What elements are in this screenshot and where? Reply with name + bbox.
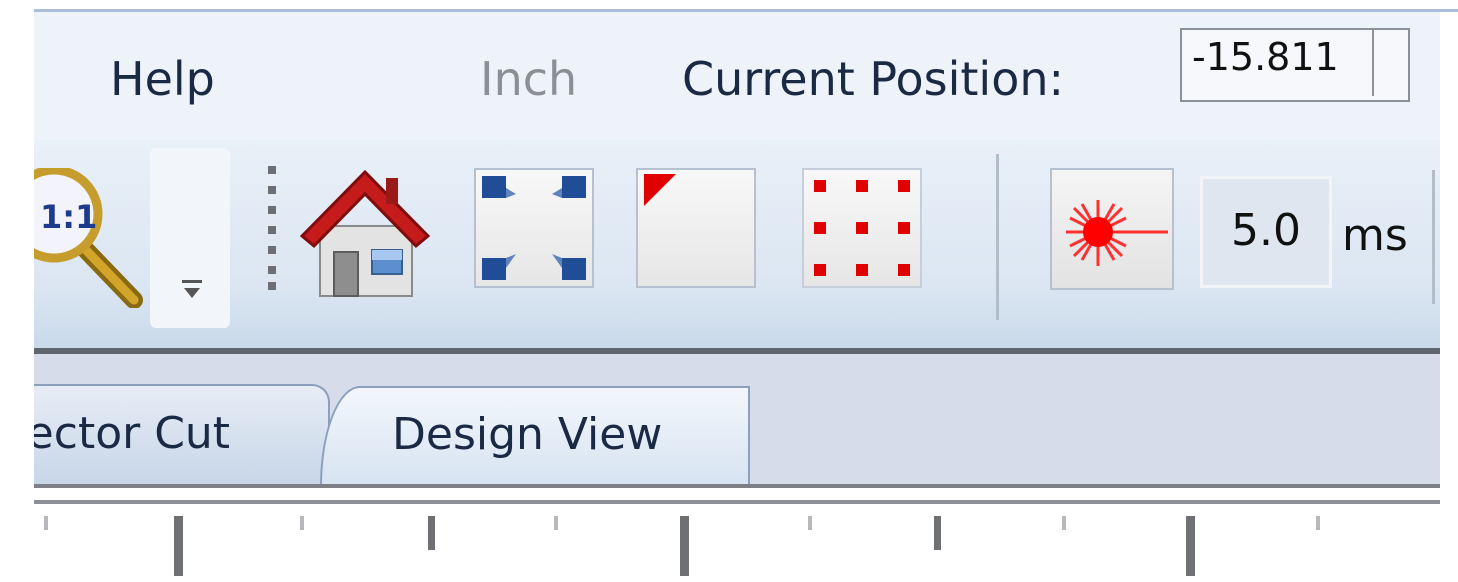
current-position-label: Current Position: — [682, 52, 1064, 106]
array-grid-button[interactable] — [802, 168, 922, 288]
zoom-1to1-icon[interactable]: 1:1 — [34, 168, 144, 308]
window-right-edge — [1440, 12, 1458, 348]
horizontal-ruler — [34, 504, 1440, 582]
zoom-label: 1:1 — [40, 198, 97, 236]
ruler-tick — [554, 516, 558, 530]
top-left-origin-icon — [644, 174, 676, 206]
toolbar-grip[interactable] — [264, 164, 280, 292]
menu-help[interactable]: Help — [110, 52, 215, 106]
toolbar-separator — [996, 154, 999, 320]
chevron-down-icon[interactable] — [180, 274, 204, 304]
ruler-tick — [1316, 516, 1320, 530]
ruler-tick-major — [1186, 516, 1195, 576]
tab-design-view-label: Design View — [392, 409, 663, 460]
toolbar-separator-right — [1432, 170, 1435, 304]
position-x-field[interactable]: -15.811 — [1182, 30, 1374, 96]
unit-label: Inch — [480, 52, 578, 106]
pulse-unit-label: ms — [1342, 210, 1408, 261]
fit-to-view-button[interactable] — [474, 168, 594, 288]
window-top-edge — [0, 0, 1458, 9]
ruler-tick — [808, 516, 812, 530]
dot-grid-icon — [814, 180, 910, 276]
fit-corners-icon — [482, 176, 586, 280]
ruler-tick — [44, 516, 48, 530]
ruler-tick — [1062, 516, 1066, 530]
pulse-duration-input[interactable]: 5.0 — [1200, 176, 1332, 288]
ruler-tick — [300, 516, 304, 530]
origin-top-left-button[interactable] — [636, 168, 756, 288]
tab-vector-cut-label: Vector Cut — [34, 408, 231, 459]
ruler-tick-mid — [934, 516, 941, 550]
position-readout: -15.811 — [1180, 28, 1410, 102]
ruler-tick-major — [174, 516, 183, 576]
window-left-edge — [0, 0, 34, 582]
ruler-tick-major — [680, 516, 689, 576]
tab-design-view[interactable]: Design View — [320, 386, 750, 486]
tab-vector-cut[interactable]: Vector Cut — [34, 384, 330, 484]
ruler-border-top — [34, 484, 1440, 488]
laser-fire-button[interactable] — [1050, 168, 1174, 290]
position-y-field[interactable] — [1378, 30, 1408, 96]
ruler-tick-mid — [428, 516, 435, 550]
home-icon[interactable] — [300, 166, 430, 300]
laser-fire-icon — [1066, 200, 1168, 266]
